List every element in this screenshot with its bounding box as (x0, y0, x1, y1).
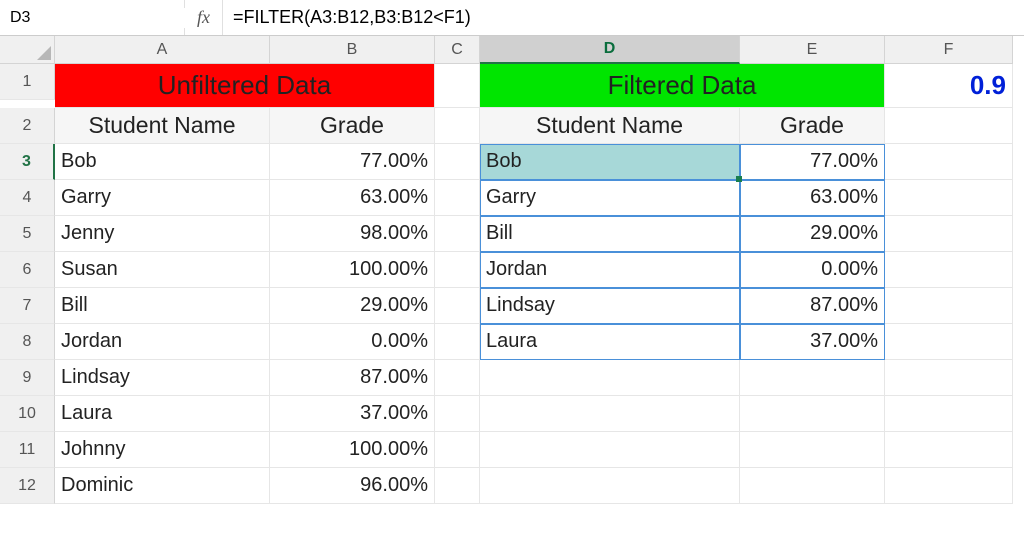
cell-E9[interactable] (740, 360, 885, 396)
cell-E4[interactable]: 63.00% (740, 180, 885, 216)
cell-A4[interactable]: Garry (55, 180, 270, 216)
cell-C6[interactable] (435, 252, 480, 288)
column-header-C[interactable]: C (435, 36, 480, 64)
row-header-9[interactable]: 9 (0, 360, 55, 396)
cell-D7[interactable]: Lindsay (480, 288, 740, 324)
cell-B5[interactable]: 98.00% (270, 216, 435, 252)
cell-A3[interactable]: Bob (55, 144, 270, 180)
cell-B9[interactable]: 87.00% (270, 360, 435, 396)
cell-E8[interactable]: 37.00% (740, 324, 885, 360)
formula-input[interactable] (223, 0, 1024, 35)
cell-C4[interactable] (435, 180, 480, 216)
column-header-D[interactable]: D (480, 36, 740, 64)
fx-icon[interactable]: fx (185, 0, 223, 35)
cell-D12[interactable] (480, 468, 740, 504)
cell-D8[interactable]: Laura (480, 324, 740, 360)
cell-A11[interactable]: Johnny (55, 432, 270, 468)
cell-D2[interactable]: Student Name (480, 108, 740, 144)
cell-C12[interactable] (435, 468, 480, 504)
cell-C8[interactable] (435, 324, 480, 360)
column-header-A[interactable]: A (55, 36, 270, 64)
cell-C11[interactable] (435, 432, 480, 468)
cell-D11[interactable] (480, 432, 740, 468)
cell-F3[interactable] (885, 144, 1013, 180)
cell-A10[interactable]: Laura (55, 396, 270, 432)
cell-D9[interactable] (480, 360, 740, 396)
cell-C2[interactable] (435, 108, 480, 144)
cell-F10[interactable] (885, 396, 1013, 432)
cell-B2[interactable]: Grade (270, 108, 435, 144)
cell-E12[interactable] (740, 468, 885, 504)
cell-B10[interactable]: 37.00% (270, 396, 435, 432)
cell-D5[interactable]: Bill (480, 216, 740, 252)
cell-F7[interactable] (885, 288, 1013, 324)
cell-F5[interactable] (885, 216, 1013, 252)
row-header-12[interactable]: 12 (0, 468, 55, 504)
cell-C3[interactable] (435, 144, 480, 180)
cell-D10[interactable] (480, 396, 740, 432)
cell-E5[interactable]: 29.00% (740, 216, 885, 252)
cell-F8[interactable] (885, 324, 1013, 360)
row-header-6[interactable]: 6 (0, 252, 55, 288)
column-header-E[interactable]: E (740, 36, 885, 64)
cell-A12[interactable]: Dominic (55, 468, 270, 504)
cell-E6[interactable]: 0.00% (740, 252, 885, 288)
row-header-7[interactable]: 7 (0, 288, 55, 324)
cell-C9[interactable] (435, 360, 480, 396)
cell-D4[interactable]: Garry (480, 180, 740, 216)
column-header-B[interactable]: B (270, 36, 435, 64)
row-header-11[interactable]: 11 (0, 432, 55, 468)
cell-C10[interactable] (435, 396, 480, 432)
cell-E3[interactable]: 77.00% (740, 144, 885, 180)
cell-F1[interactable]: 0.9 (885, 64, 1013, 108)
cell-A6[interactable]: Susan (55, 252, 270, 288)
cell-D6[interactable]: Jordan (480, 252, 740, 288)
cell-B4[interactable]: 63.00% (270, 180, 435, 216)
formula-bar: ▾ fx (0, 0, 1024, 36)
cell-F11[interactable] (885, 432, 1013, 468)
cell-C7[interactable] (435, 288, 480, 324)
cell-D1[interactable]: Filtered Data (480, 64, 885, 108)
spreadsheet-grid[interactable]: ABCDEF1Unfiltered DataFiltered Data0.92S… (0, 36, 1024, 504)
cell-C1[interactable] (435, 64, 480, 108)
row-header-1[interactable]: 1 (0, 64, 55, 100)
cell-B8[interactable]: 0.00% (270, 324, 435, 360)
cell-A5[interactable]: Jenny (55, 216, 270, 252)
row-header-10[interactable]: 10 (0, 396, 55, 432)
cell-B6[interactable]: 100.00% (270, 252, 435, 288)
cell-F4[interactable] (885, 180, 1013, 216)
cell-A2[interactable]: Student Name (55, 108, 270, 144)
row-header-5[interactable]: 5 (0, 216, 55, 252)
cell-C5[interactable] (435, 216, 480, 252)
row-header-4[interactable]: 4 (0, 180, 55, 216)
cell-F12[interactable] (885, 468, 1013, 504)
row-header-3[interactable]: 3 (0, 144, 55, 180)
cell-A9[interactable]: Lindsay (55, 360, 270, 396)
cell-E10[interactable] (740, 396, 885, 432)
cell-E11[interactable] (740, 432, 885, 468)
column-header-F[interactable]: F (885, 36, 1013, 64)
cell-D3[interactable]: Bob (480, 144, 740, 180)
row-header-8[interactable]: 8 (0, 324, 55, 360)
cell-F2[interactable] (885, 108, 1013, 144)
cell-B12[interactable]: 96.00% (270, 468, 435, 504)
select-all-corner[interactable] (0, 36, 55, 64)
name-box[interactable]: ▾ (0, 0, 185, 35)
cell-B11[interactable]: 100.00% (270, 432, 435, 468)
cell-A8[interactable]: Jordan (55, 324, 270, 360)
row-header-2[interactable]: 2 (0, 108, 55, 144)
cell-B7[interactable]: 29.00% (270, 288, 435, 324)
cell-A1[interactable]: Unfiltered Data (55, 64, 435, 108)
cell-F9[interactable] (885, 360, 1013, 396)
cell-E7[interactable]: 87.00% (740, 288, 885, 324)
cell-F6[interactable] (885, 252, 1013, 288)
cell-B3[interactable]: 77.00% (270, 144, 435, 180)
cell-A7[interactable]: Bill (55, 288, 270, 324)
cell-E2[interactable]: Grade (740, 108, 885, 144)
